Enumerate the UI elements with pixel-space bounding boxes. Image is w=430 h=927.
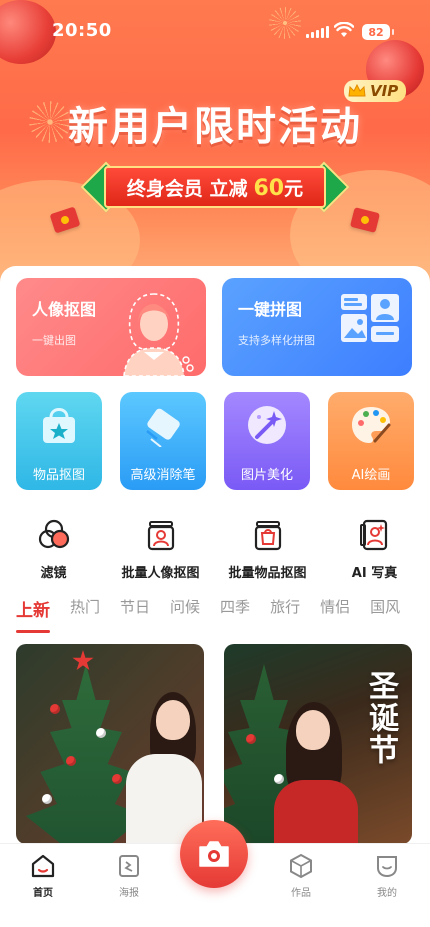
tab-hot[interactable]: 热门 — [70, 596, 100, 621]
nav-label: 首页 — [33, 888, 53, 899]
status-bar: 20:50 82 — [0, 0, 430, 62]
ornament — [50, 704, 60, 714]
nav-label: 海报 — [119, 888, 139, 899]
nav-label: 作品 — [291, 888, 311, 899]
tool-advanced-eraser[interactable]: 高级消除笔 — [120, 392, 206, 490]
model-photo — [264, 684, 364, 844]
tab-greeting[interactable]: 问候 — [170, 596, 200, 621]
bag-icon — [36, 402, 82, 448]
promo-ribbon[interactable]: 终身会员 立减 60元 — [80, 161, 350, 213]
tab-chinese-style[interactable]: 国风 — [370, 596, 400, 621]
quick-batch-object[interactable]: 批量物品抠图 — [214, 518, 321, 581]
ornament — [246, 734, 256, 744]
portrait-cutout-card[interactable]: 人像抠图 一键出图 — [16, 278, 206, 376]
ai-portrait-icon — [359, 519, 387, 551]
promo-amount: 60 — [253, 175, 285, 201]
tab-festival[interactable]: 节日 — [120, 596, 150, 621]
portrait-cutout-icon — [123, 293, 194, 376]
tab-couple[interactable]: 情侣 — [320, 596, 350, 621]
promo-unit: 元 — [284, 177, 304, 200]
ornament — [96, 728, 106, 738]
wifi-icon — [334, 22, 354, 37]
template-gallery: 圣诞节 — [16, 644, 412, 844]
magic-wand-icon — [244, 402, 290, 448]
battery-level: 82 — [368, 25, 384, 39]
quick-filter[interactable]: 滤镜 — [0, 518, 107, 581]
battery-icon: 82 — [362, 24, 394, 40]
quick-label: 滤镜 — [40, 566, 67, 581]
works-icon — [290, 853, 312, 879]
batch-bag-icon — [254, 521, 281, 551]
palette-icon — [348, 402, 394, 448]
ornament — [66, 756, 76, 766]
quick-label: 批量物品抠图 — [228, 566, 307, 581]
ornament — [42, 794, 52, 804]
quick-ai-portrait[interactable]: AI 写真 — [321, 518, 428, 581]
poster-icon — [119, 855, 139, 877]
tab-seasons[interactable]: 四季 — [220, 596, 250, 621]
quick-label: AI 写真 — [351, 566, 398, 581]
quick-label: 批量人像抠图 — [121, 566, 200, 581]
tool-label: AI绘画 — [351, 468, 391, 483]
one-click-collage-card[interactable]: 一键拼图 支持多样化拼图 — [222, 278, 412, 376]
template-card[interactable] — [16, 644, 204, 844]
batch-portrait-icon — [147, 521, 174, 551]
profile-icon — [377, 856, 397, 878]
banner-title: 新用户限时活动 — [68, 104, 362, 150]
nav-works[interactable]: 作品 — [258, 844, 344, 927]
cellular-signal-icon — [306, 26, 329, 38]
tab-travel[interactable]: 旅行 — [270, 596, 300, 621]
tool-object-cutout[interactable]: 物品抠图 — [16, 392, 102, 490]
tool-grid: 物品抠图 高级消除笔 图片美化 AI绘画 — [16, 392, 414, 490]
template-card[interactable]: 圣诞节 — [224, 644, 412, 844]
nav-poster[interactable]: 海报 — [86, 844, 172, 927]
tab-new[interactable]: 上新 — [16, 596, 50, 633]
template-caption: 圣诞节 — [363, 670, 398, 766]
category-tabs: 上新 热门 节日 问候 四季 旅行 情侣 国风 — [16, 596, 420, 633]
quick-actions: 滤镜 批量人像抠图 批量物品抠图 AI 写真 — [0, 518, 430, 581]
tool-label: 物品抠图 — [32, 468, 85, 483]
filter-icon — [38, 519, 69, 549]
eraser-icon — [140, 402, 186, 448]
camera-icon — [199, 841, 229, 867]
nav-label: 我的 — [377, 888, 397, 899]
tool-label: 图片美化 — [240, 468, 293, 483]
camera-button[interactable] — [180, 820, 248, 888]
nav-home[interactable]: 首页 — [0, 844, 86, 927]
tool-label: 高级消除笔 — [130, 468, 196, 483]
nav-profile[interactable]: 我的 — [344, 844, 430, 927]
model-photo — [112, 674, 202, 844]
quick-batch-portrait[interactable]: 批量人像抠图 — [107, 518, 214, 581]
promo-text: 终身会员 立减 — [126, 177, 248, 200]
home-icon — [31, 854, 55, 878]
promo-pill: 终身会员 立减 60元 — [104, 166, 326, 208]
tool-ai-painting[interactable]: AI绘画 — [328, 392, 414, 490]
feature-cards: 人像抠图 一键出图 一键拼图 支持多样化拼图 — [16, 278, 412, 376]
tool-image-beautify[interactable]: 图片美化 — [224, 392, 310, 490]
tree-star-icon — [72, 650, 94, 671]
status-time: 20:50 — [52, 20, 112, 41]
collage-layout-icon — [341, 294, 399, 342]
